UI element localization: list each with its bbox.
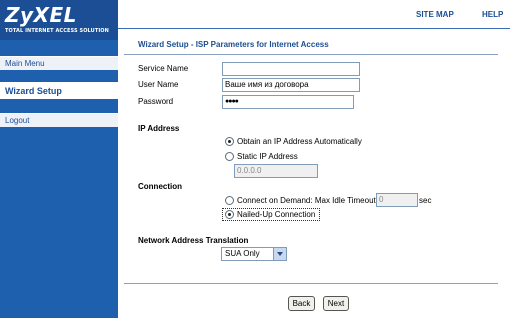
logo-wordmark: ZyXEL <box>5 3 77 27</box>
user-name-field[interactable]: Ваше имя из договора <box>222 78 360 92</box>
service-name-label: Service Name <box>138 64 189 73</box>
idle-timeout-unit: sec <box>419 196 432 205</box>
nat-select-value: SUA Only <box>225 249 260 258</box>
ip-auto-label: Obtain an IP Address Automatically <box>237 137 362 146</box>
connect-on-demand-radio[interactable] <box>225 196 234 205</box>
sidebar <box>0 0 118 318</box>
nat-select[interactable]: SUA Only <box>221 247 287 261</box>
title-divider <box>124 54 498 55</box>
logo-tagline: TOTAL INTERNET ACCESS SOLUTION <box>5 28 109 34</box>
help-link[interactable]: HELP <box>482 10 503 19</box>
nailed-up-radio[interactable] <box>225 210 234 219</box>
ip-static-label: Static IP Address <box>237 152 298 161</box>
nailed-up-label: Nailed-Up Connection <box>237 210 316 219</box>
sidebar-item-logout[interactable]: Logout <box>0 113 118 127</box>
service-name-field[interactable] <box>222 62 360 76</box>
site-map-link[interactable]: SITE MAP <box>416 10 454 19</box>
chevron-down-icon[interactable] <box>273 248 286 260</box>
nat-heading: Network Address Translation <box>138 236 249 245</box>
idle-timeout-field[interactable]: 0 <box>376 193 418 207</box>
top-bar: SITE MAP HELP <box>118 0 510 28</box>
sidebar-item-wizard-setup[interactable]: Wizard Setup <box>0 82 118 99</box>
page-title: Wizard Setup - ISP Parameters for Intern… <box>138 40 329 49</box>
password-field[interactable]: ●●●● <box>222 95 354 109</box>
connect-on-demand-label: Connect on Demand: Max Idle Timeout <box>237 196 376 205</box>
user-name-label: User Name <box>138 80 179 89</box>
ip-address-heading: IP Address <box>138 124 180 133</box>
top-divider <box>118 28 510 29</box>
next-button[interactable]: Next <box>323 296 349 311</box>
ip-static-radio[interactable] <box>225 152 234 161</box>
footer-divider <box>124 283 498 284</box>
static-ip-field[interactable]: 0.0.0.0 <box>234 164 318 178</box>
ip-auto-radio[interactable] <box>225 137 234 146</box>
password-label: Password <box>138 97 174 106</box>
logo: ZyXEL TOTAL INTERNET ACCESS SOLUTION <box>0 0 118 40</box>
sidebar-item-main-menu[interactable]: Main Menu <box>0 56 118 70</box>
back-button[interactable]: Back <box>288 296 315 311</box>
connection-heading: Connection <box>138 182 182 191</box>
